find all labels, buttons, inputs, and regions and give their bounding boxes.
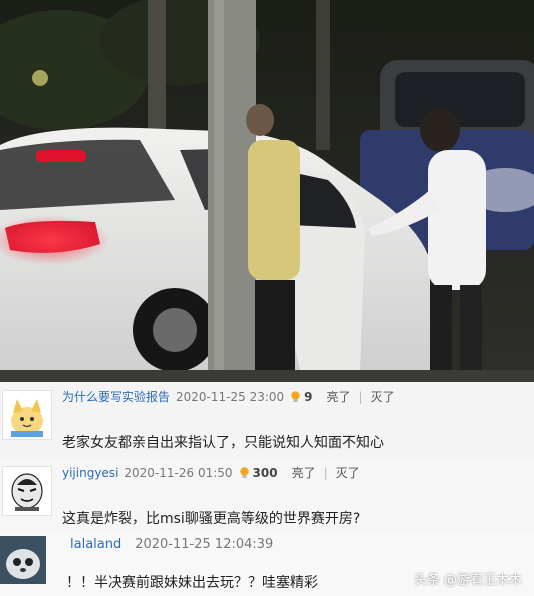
comment-text: 这真是炸裂，比msi聊骚更高等级的世界赛开房? xyxy=(62,511,361,527)
divider: | xyxy=(358,389,363,404)
comment-item: yijingyesi 2020-11-26 01:50 300 亮了 | 灭了 … xyxy=(0,458,534,534)
comment-time: 2020-11-25 23:00 xyxy=(176,389,285,404)
lightbulb-icon xyxy=(291,390,300,402)
lightbulb-icon xyxy=(239,466,249,478)
dislike-button[interactable]: 灭了 xyxy=(371,388,395,405)
avatar[interactable] xyxy=(0,536,46,584)
avatar[interactable] xyxy=(2,466,52,516)
comment-time: 2020-11-25 12:04:39 xyxy=(135,537,274,552)
like-count: 9 xyxy=(290,390,313,404)
comment-meta: yijingyesi 2020-11-26 01:50 300 亮了 | 灭了 xyxy=(62,464,360,481)
username-link[interactable]: lalaland xyxy=(70,537,121,552)
avatar[interactable] xyxy=(2,390,52,440)
animal-photo-avatar-icon xyxy=(0,536,46,584)
comment-meta: lalaland 2020-11-25 12:04:39 xyxy=(70,537,279,552)
username-link[interactable]: yijingyesi xyxy=(62,466,118,480)
cartoon-avatar-icon xyxy=(3,391,51,439)
like-button[interactable]: 亮了 xyxy=(327,388,351,405)
like-count: 300 xyxy=(239,466,278,480)
divider: | xyxy=(323,465,328,480)
watermark: 头条 @游宥王木木 xyxy=(413,573,522,588)
street-photo xyxy=(0,0,534,382)
comment-text: 老家女友都亲自出来指认了，只能说知人知面不知心 xyxy=(62,435,384,451)
comment-item: lalaland 2020-11-25 12:04:39 ！！半决赛前跟妹妹出去… xyxy=(0,534,534,596)
dislike-button[interactable]: 灭了 xyxy=(336,464,360,481)
comment-text: ！！半决赛前跟妹妹出去玩？？哇塞精彩 xyxy=(66,575,318,591)
username-link[interactable]: 为什么要写实验报告 xyxy=(62,388,170,405)
meme-face-avatar-icon xyxy=(3,467,51,515)
comment-item: 为什么要写实验报告 2020-11-25 23:00 9 亮了 | 灭了 老家女… xyxy=(0,382,534,458)
comment-meta: 为什么要写实验报告 2020-11-25 23:00 9 亮了 | 灭了 xyxy=(62,388,395,405)
like-button[interactable]: 亮了 xyxy=(292,464,316,481)
comment-time: 2020-11-26 01:50 xyxy=(124,465,233,480)
